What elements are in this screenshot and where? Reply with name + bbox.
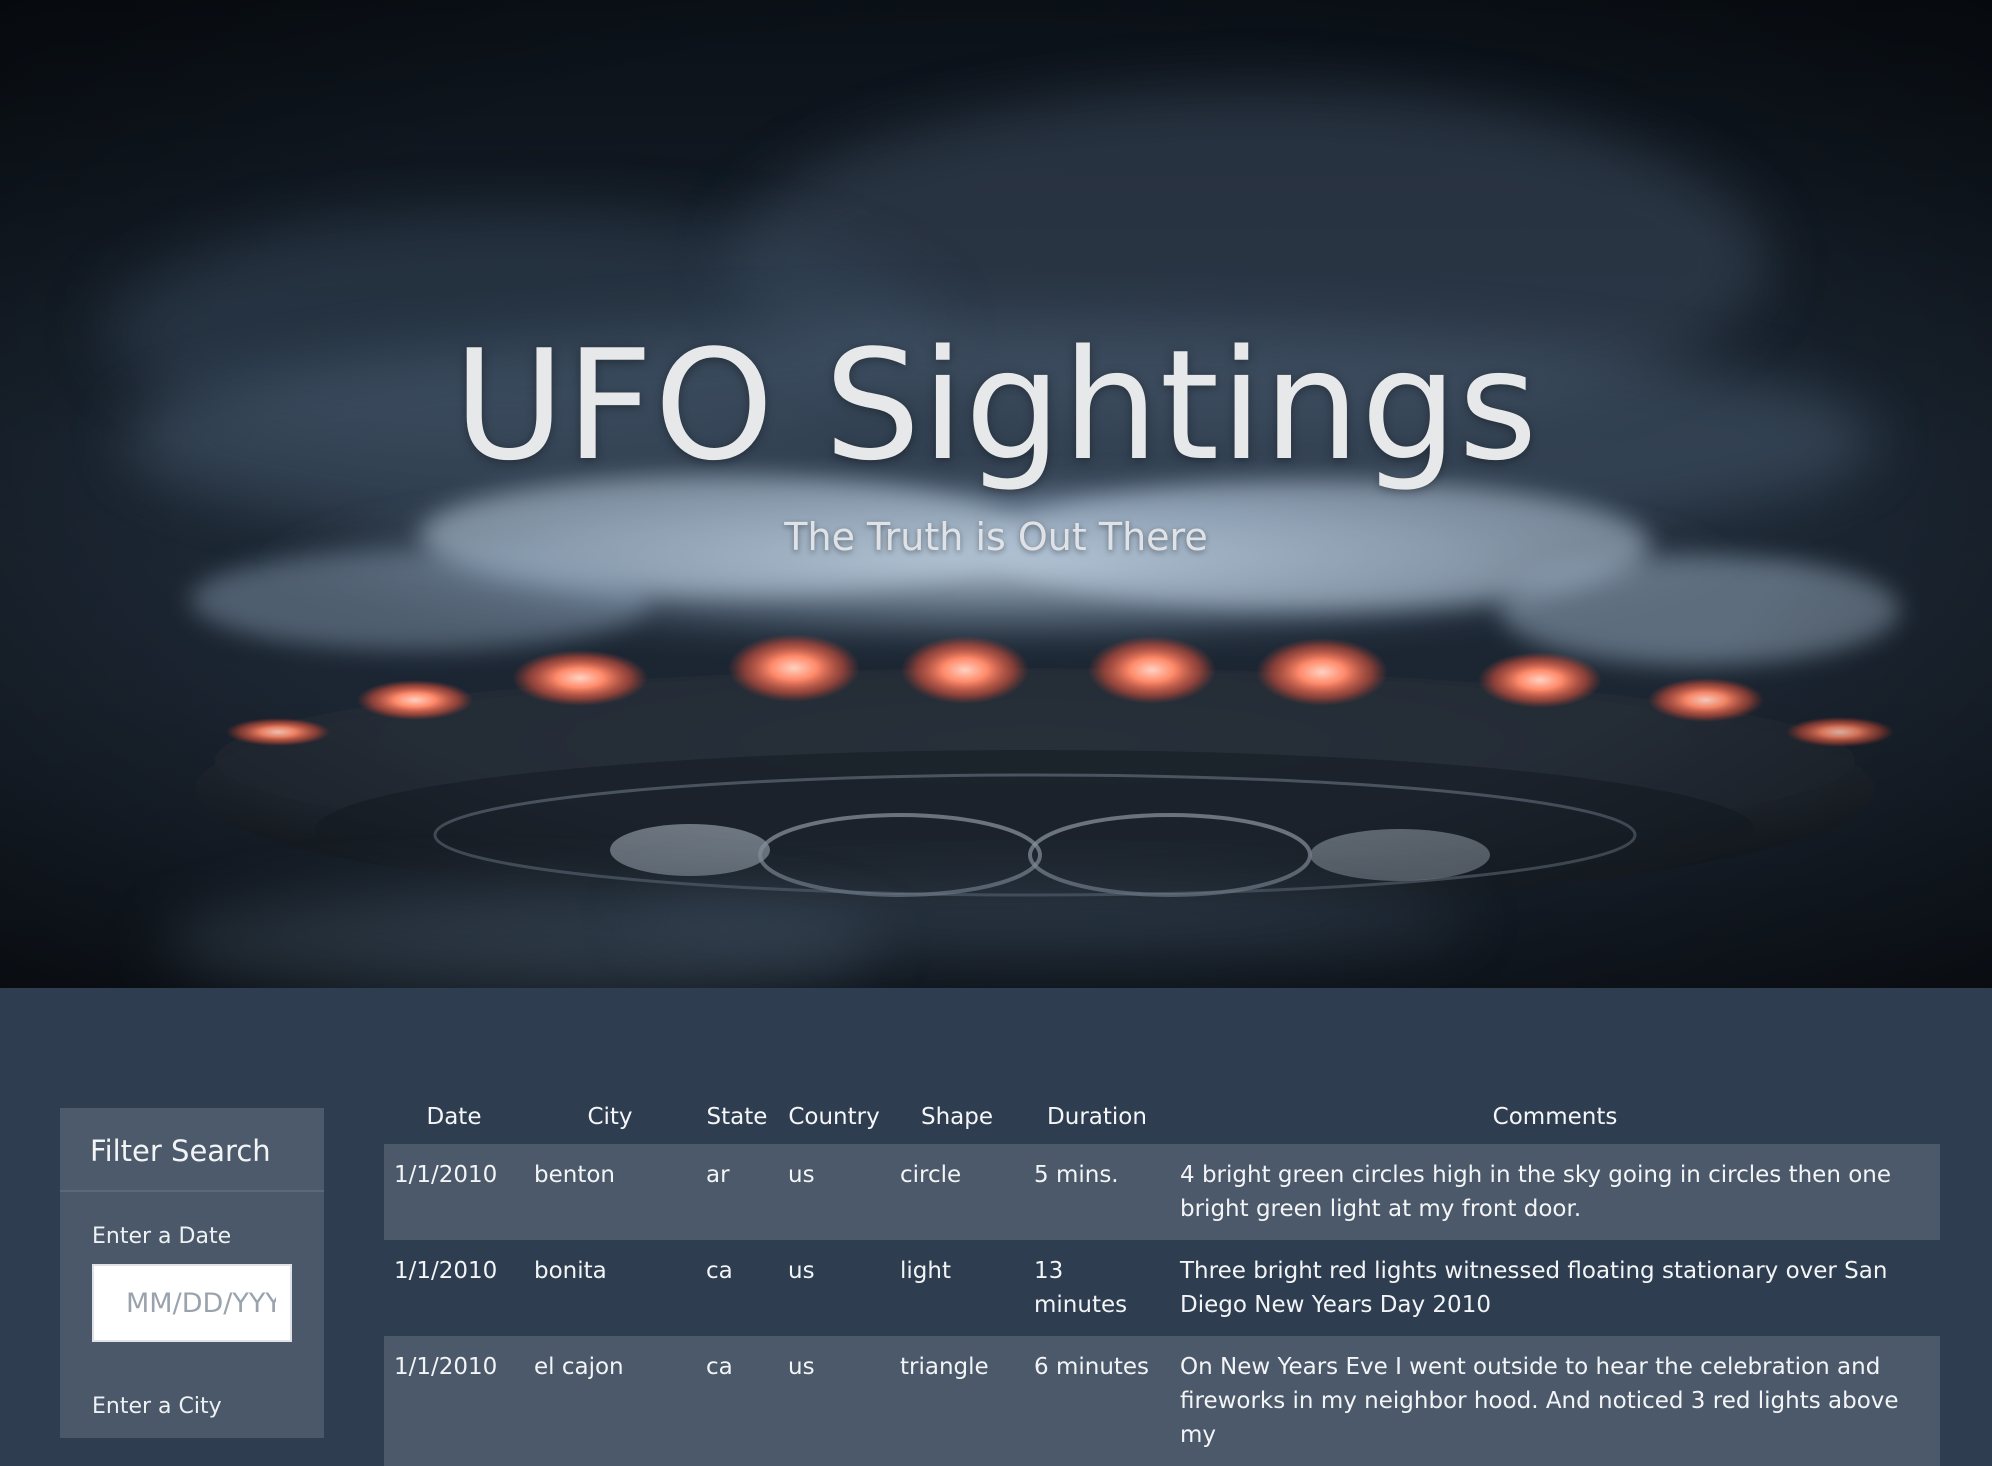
- column-header-duration: Duration: [1047, 1104, 1147, 1130]
- column-header-date: Date: [426, 1104, 482, 1130]
- city-label: Enter a City: [92, 1394, 222, 1419]
- column-header-country: Country: [788, 1104, 880, 1130]
- table-row: 1/1/2010 el cajon ca us triangle 6 minut…: [384, 1336, 1940, 1466]
- cell-state: ca: [696, 1336, 778, 1466]
- cell-shape: circle: [890, 1144, 1024, 1240]
- table-row: 1/1/2010 bonita ca us light 13 minutes T…: [384, 1240, 1940, 1336]
- cell-duration: 13 minutes: [1024, 1240, 1170, 1336]
- cell-city: benton: [524, 1144, 696, 1240]
- table-row: 1/1/2010 benton ar us circle 5 mins. 4 b…: [384, 1144, 1940, 1240]
- filter-heading: Filter Search: [60, 1108, 324, 1192]
- sightings-table: Date City State Country Shape Duration C…: [384, 1098, 1940, 1466]
- cell-country: us: [778, 1240, 890, 1336]
- cell-comments: Three bright red lights witnessed floati…: [1170, 1240, 1940, 1336]
- table-header-row: Date City State Country Shape Duration C…: [384, 1098, 1940, 1144]
- cell-city: bonita: [524, 1240, 696, 1336]
- page-title: UFO Sightings: [453, 317, 1539, 494]
- cell-shape: triangle: [890, 1336, 1024, 1466]
- cell-duration: 5 mins.: [1024, 1144, 1170, 1240]
- cell-duration: 6 minutes: [1024, 1336, 1170, 1466]
- filter-panel: Filter Search Enter a Date Enter a City: [60, 1108, 324, 1438]
- ufo-hero-image: [0, 0, 1992, 988]
- cell-comments: On New Years Eve I went outside to hear …: [1170, 1336, 1940, 1466]
- cell-date: 1/1/2010: [384, 1240, 524, 1336]
- date-label: Enter a Date: [92, 1224, 232, 1249]
- date-input[interactable]: [92, 1264, 292, 1342]
- column-header-comments: Comments: [1492, 1104, 1618, 1130]
- column-header-shape: Shape: [920, 1104, 994, 1130]
- cell-country: us: [778, 1144, 890, 1240]
- cell-shape: light: [890, 1240, 1024, 1336]
- hero-banner: UFO Sightings The Truth is Out There: [0, 0, 1992, 988]
- cell-country: us: [778, 1336, 890, 1466]
- column-header-city: City: [587, 1104, 633, 1130]
- page-subtitle: The Truth is Out There: [784, 515, 1208, 559]
- cell-date: 1/1/2010: [384, 1144, 524, 1240]
- column-header-state: State: [706, 1104, 768, 1130]
- cell-state: ar: [696, 1144, 778, 1240]
- cell-date: 1/1/2010: [384, 1336, 524, 1466]
- cell-city: el cajon: [524, 1336, 696, 1466]
- cell-state: ca: [696, 1240, 778, 1336]
- sightings-table-container: Date City State Country Shape Duration C…: [384, 1098, 1940, 1466]
- cell-comments: 4 bright green circles high in the sky g…: [1170, 1144, 1940, 1240]
